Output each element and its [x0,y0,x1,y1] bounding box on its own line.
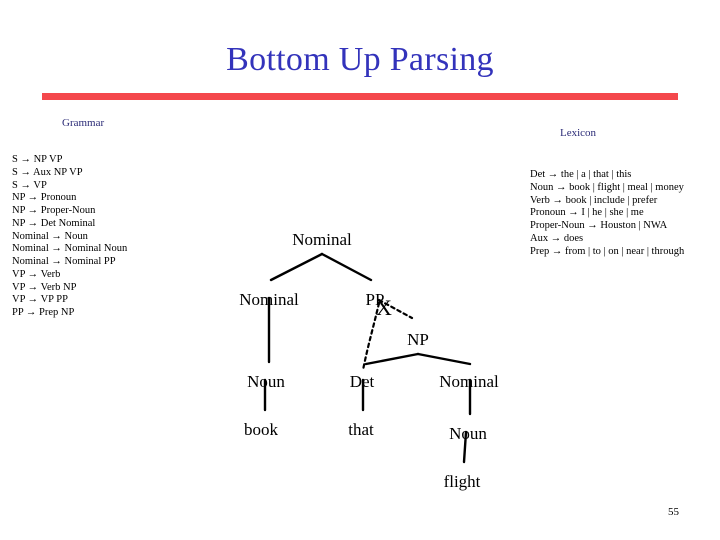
tree-node-book: book [244,420,278,439]
parse-tree-edges [263,252,472,464]
page-number: 55 [668,506,679,518]
tree-node-nominal-root: Nominal [292,230,352,249]
tree-node-nominal-left: Nominal [239,290,299,309]
rejected-parse-x-icon: X [376,295,392,320]
tree-node-nominal-right: Nominal [439,372,499,391]
tree-node-flight: flight [443,472,481,491]
edge-root-to-nominal-left [269,252,324,282]
parse-tree: Nominal Nominal PP NP Noun Det Nominal book that… [0,0,720,540]
tree-node-np: NP [407,330,429,349]
slide-canvas: Bottom Up Parsing Grammar Lexicon S → NP… [0,0,720,540]
edge-root-to-pp [320,252,373,282]
tree-node-that: that [348,420,374,439]
tree-node-noun-right: Noun [449,424,487,443]
tree-node-noun-left: Noun [247,372,285,391]
tree-node-det: Det [349,372,375,391]
edge-np-to-det [364,352,420,366]
edge-np-to-nominal-right [416,352,472,366]
